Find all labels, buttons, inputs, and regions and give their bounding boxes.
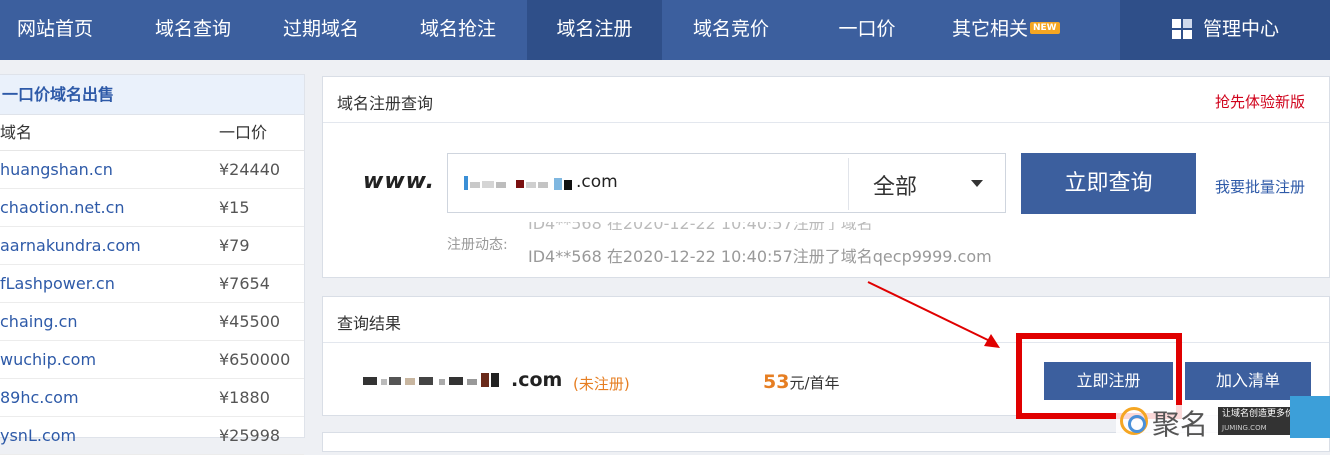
price: ¥24440 (219, 160, 281, 179)
add-to-list-button[interactable]: 加入清单 (1185, 362, 1311, 400)
dynamics-label: 注册动态: (447, 237, 508, 253)
nav-other[interactable]: 其它相关 (940, 0, 1040, 60)
nav-management-center[interactable]: 管理中心 (1120, 0, 1330, 60)
scope-select-value: 全部 (873, 175, 918, 200)
panel-title: 查询结果 (337, 314, 402, 333)
price: ¥650000 (219, 350, 291, 369)
dynamics-text: ID4**568 在2020-12-22 10:40:57注册了域名qecp99… (528, 247, 992, 266)
list-item[interactable]: huangshan.cn ¥24440 (0, 151, 304, 189)
list-item[interactable]: ysnL.com ¥25998 (0, 417, 304, 455)
list-item[interactable]: wuchip.com ¥650000 (0, 341, 304, 379)
chevron-down-icon (971, 180, 983, 187)
redaction-mosaic (363, 373, 499, 387)
domain-link[interactable]: chaing.cn (0, 303, 78, 341)
price: ¥7654 (219, 274, 270, 293)
nav-domain-snatch[interactable]: 域名抢注 (403, 0, 513, 60)
domain-link[interactable]: chaotion.net.cn (0, 189, 125, 227)
domain-link[interactable]: fLashpower.cn (0, 265, 115, 303)
price: ¥1880 (219, 388, 270, 407)
list-item[interactable]: chaotion.net.cn ¥15 (0, 189, 304, 227)
sidebar-header: 域名 一口价 (0, 115, 304, 151)
scrolling-dynamics-previous: ID4**568 在2020-12-22 10:40:57注册了域名 (528, 222, 998, 230)
query-button[interactable]: 立即查询 (1021, 153, 1196, 214)
price: ¥15 (219, 198, 250, 217)
grid-icon (1172, 19, 1192, 39)
list-item[interactable]: aarnakundra.com ¥79 (0, 227, 304, 265)
price: ¥79 (219, 236, 250, 255)
domain-link[interactable]: wuchip.com (0, 341, 96, 379)
result-domain: .com (511, 369, 563, 391)
domain-link[interactable]: 89hc.com (0, 379, 79, 417)
register-query-panel: 域名注册查询 抢先体验新版 www. .com 全部 立即查询 我要批量注册 I… (322, 76, 1330, 278)
panel-header: 域名注册查询 抢先体验新版 (323, 77, 1329, 123)
top-nav: 网站首页 域名查询 过期域名 域名抢注 域名注册 域名竞价 一口价 其它相关 N… (0, 0, 1330, 60)
nav-domain-register[interactable]: 域名注册 (527, 0, 662, 60)
annotation-arrow (867, 281, 1000, 348)
watermark-brand: 聚名 (1152, 408, 1209, 441)
fixed-price-sidebar: 一口价域名出售 域名 一口价 huangshan.cn ¥24440 chaoti… (0, 74, 305, 455)
domain-link[interactable]: ysnL.com (0, 417, 76, 455)
domain-search-box: .com 全部 (447, 153, 1006, 213)
list-item[interactable]: chaing.cn ¥45500 (0, 303, 304, 341)
domain-link[interactable]: aarnakundra.com (0, 227, 141, 265)
management-label: 管理中心 (1203, 18, 1280, 40)
nav-fixed-price[interactable]: 一口价 (812, 0, 922, 60)
batch-register-link[interactable]: 我要批量注册 (1215, 176, 1305, 197)
panel-title: 域名注册查询 (337, 94, 434, 113)
www-prefix: www. (363, 169, 435, 194)
nav-home[interactable]: 网站首页 (0, 0, 110, 60)
sidebar-title: 一口价域名出售 (0, 75, 304, 115)
price-value: 53 (763, 371, 790, 393)
price-unit: 元/首年 (789, 374, 840, 392)
col-price-header: 一口价 (219, 123, 268, 142)
scope-select[interactable]: 全部 (849, 154, 1006, 212)
juming-logo-icon (1120, 407, 1148, 435)
nav-domain-search[interactable]: 域名查询 (138, 0, 248, 60)
list-item[interactable]: 89hc.com ¥1880 (0, 379, 304, 417)
domain-link[interactable]: huangshan.cn (0, 151, 113, 189)
nav-domain-auction[interactable]: 域名竞价 (676, 0, 786, 60)
try-new-version-link[interactable]: 抢先体验新版 (1215, 91, 1305, 112)
new-badge: NEW (1030, 22, 1060, 34)
result-price: 53元/首年 (763, 371, 840, 393)
floating-side-tab[interactable] (1290, 396, 1330, 438)
price: ¥25998 (219, 426, 281, 445)
price: ¥45500 (219, 312, 281, 331)
col-domain-header: 域名 (0, 123, 33, 142)
redaction-mosaic (464, 176, 572, 190)
status-badge: (未注册) (573, 375, 630, 393)
list-item[interactable]: fLashpower.cn ¥7654 (0, 265, 304, 303)
nav-expired-domains[interactable]: 过期域名 (266, 0, 376, 60)
